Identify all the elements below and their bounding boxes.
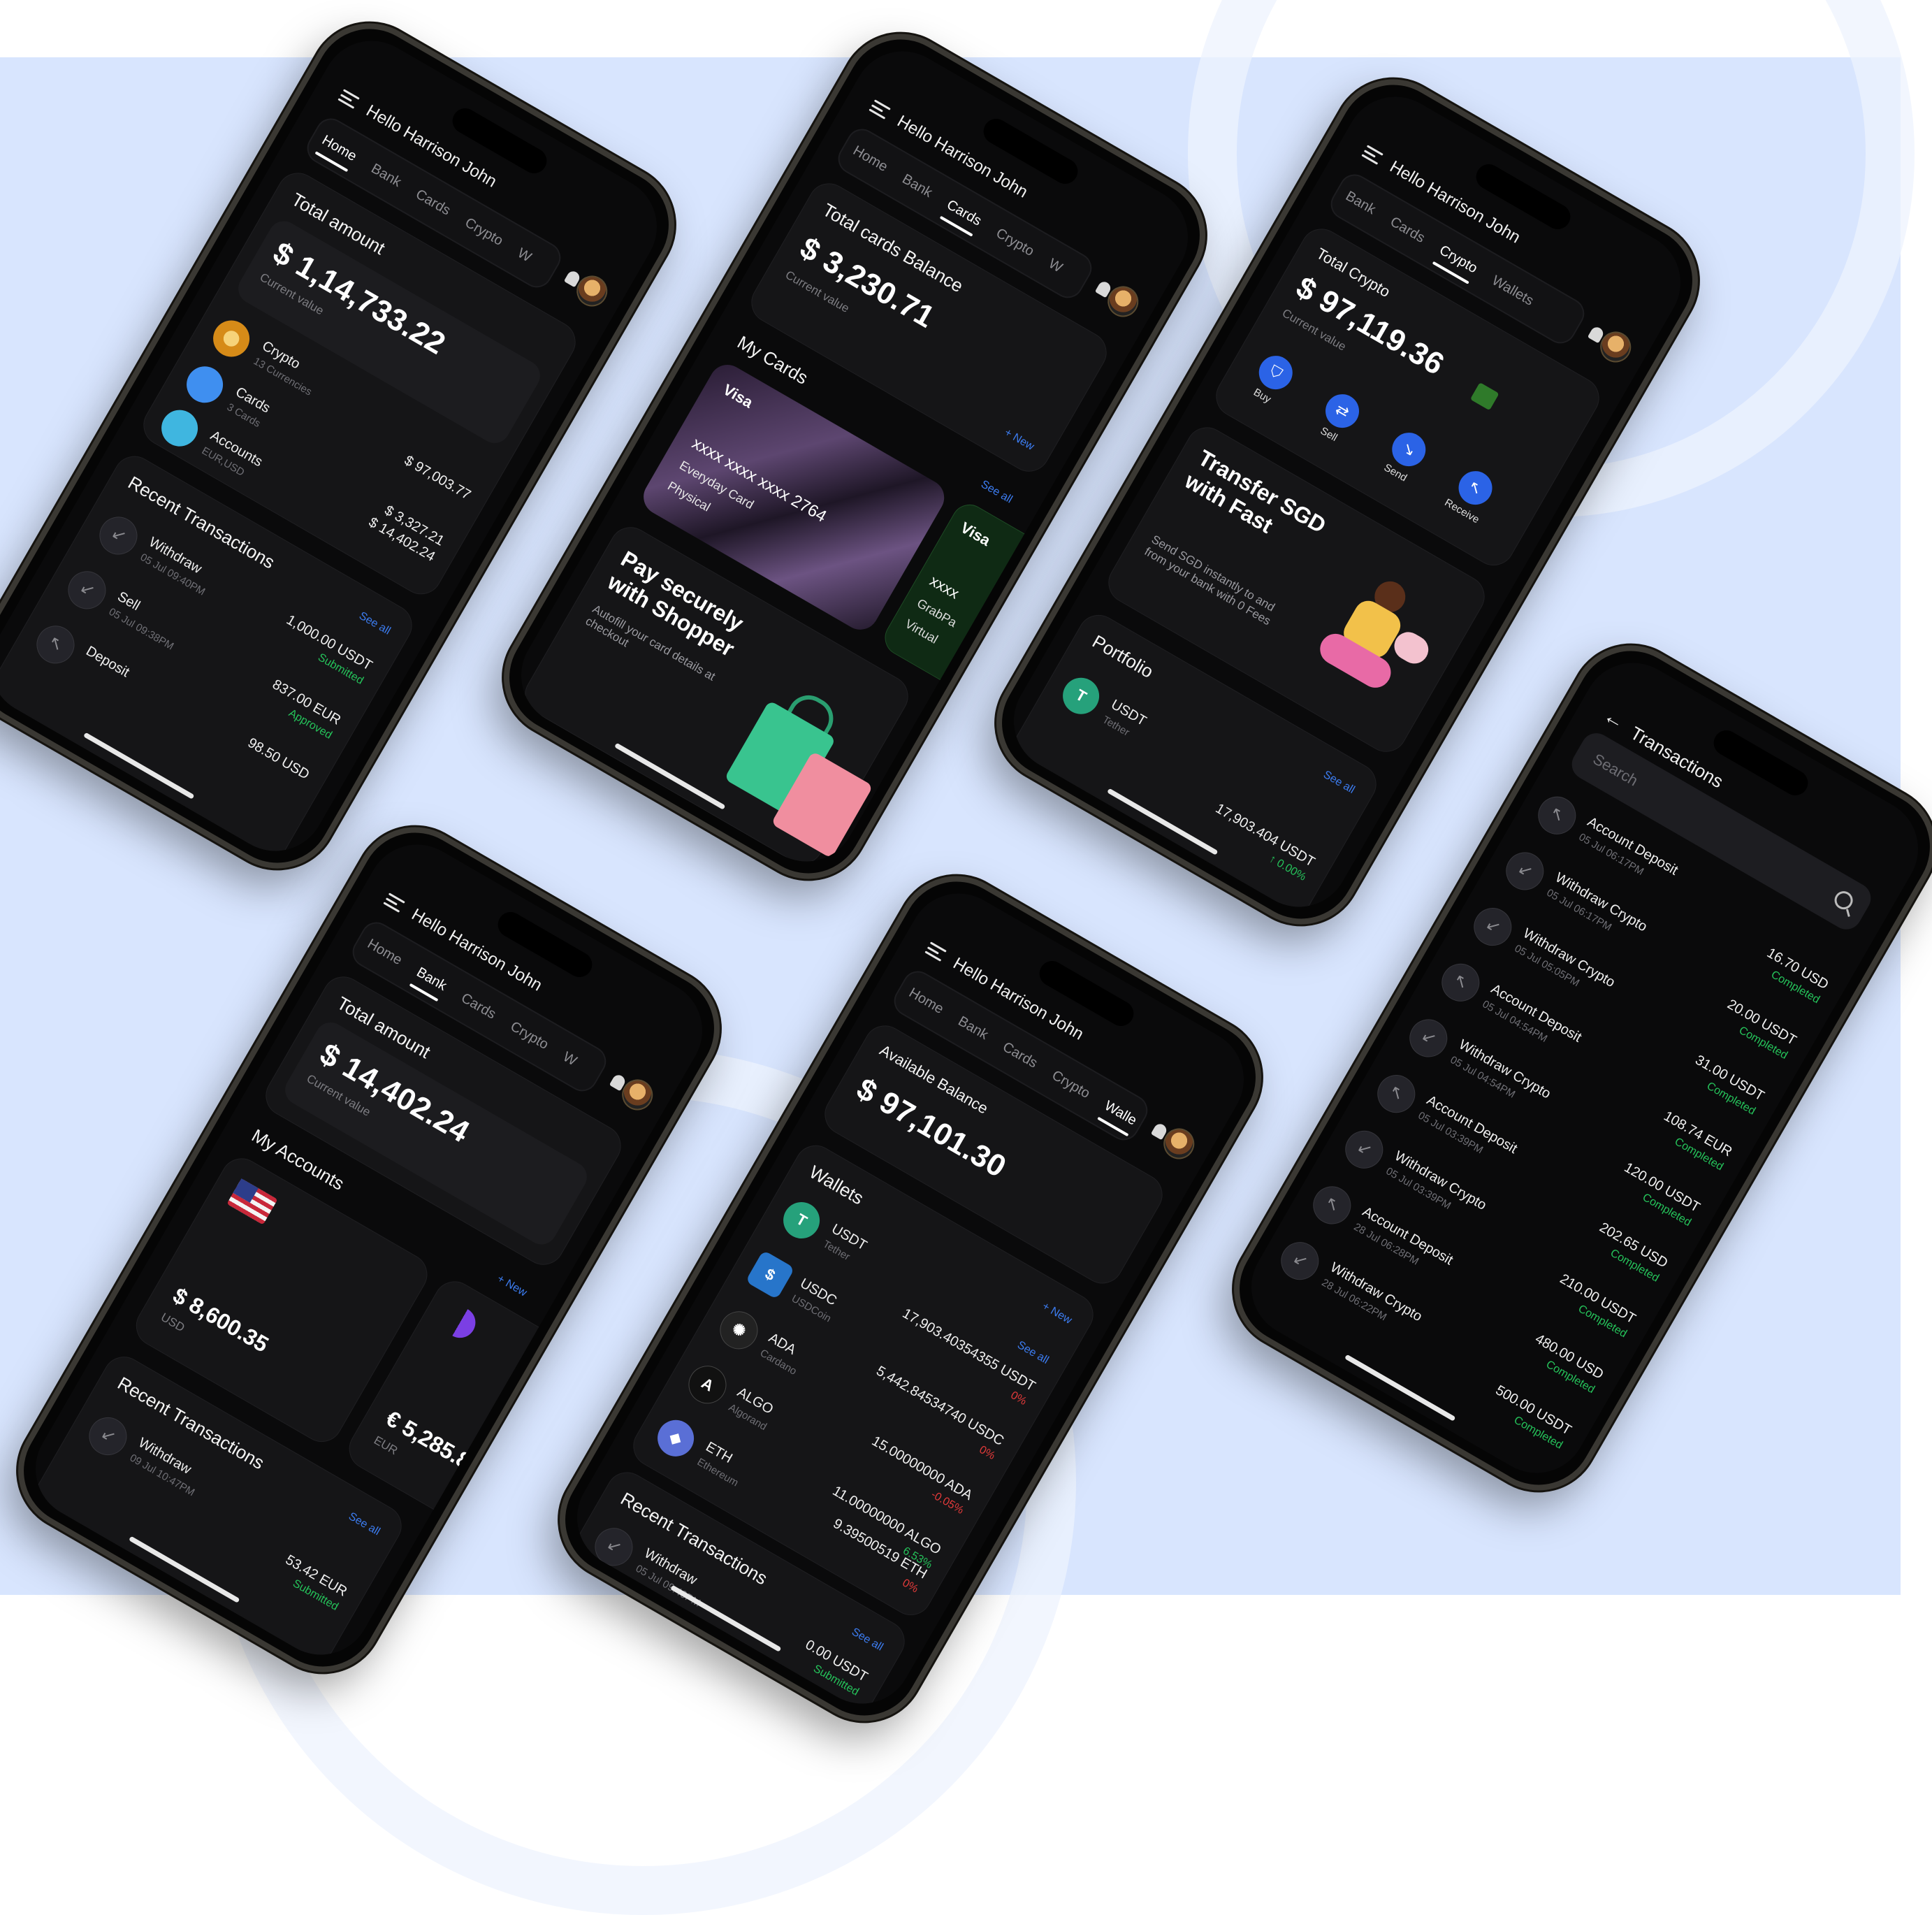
section-title: Wallets	[806, 1161, 868, 1209]
tx-name: Deposit	[83, 643, 132, 681]
eu-flag-icon	[439, 1301, 481, 1344]
withdraw-icon	[1402, 1012, 1455, 1064]
send-button[interactable]: ↘ Send	[1374, 424, 1435, 488]
see-all-link[interactable]: See all	[1321, 769, 1357, 797]
tx-value: 53.42 EUR Submitted	[275, 1552, 350, 1614]
usdt-icon: T	[776, 1195, 827, 1245]
ada-icon: ✺	[713, 1304, 765, 1357]
tab-bank[interactable]: Bank	[899, 171, 935, 201]
search-icon[interactable]	[1831, 888, 1857, 913]
tab-bank[interactable]: Bank	[414, 964, 449, 995]
withdraw-icon	[1274, 1235, 1326, 1287]
card-brand: Visa	[957, 518, 994, 549]
section-title: Portfolio	[1089, 630, 1157, 683]
tab-bank[interactable]: Bank	[955, 1013, 991, 1043]
tab-crypto[interactable]: Crypto	[507, 1018, 551, 1053]
tab-crypto[interactable]: Crypto	[993, 225, 1037, 259]
menu-icon[interactable]	[869, 99, 891, 120]
card-type: Virtual	[902, 616, 940, 646]
account-currency: EUR	[371, 1433, 400, 1458]
coin-icon	[206, 313, 256, 363]
see-all-link[interactable]: See all	[849, 1626, 885, 1654]
promo-text: Send SGD instantly to and from your bank…	[1142, 533, 1277, 628]
menu-icon[interactable]	[1361, 145, 1383, 165]
tab-bank[interactable]: Bank	[368, 161, 404, 191]
account-currency: USD	[159, 1310, 187, 1335]
withdraw-icon	[588, 1521, 640, 1573]
add-wallet-link[interactable]: + New	[1040, 1300, 1074, 1327]
tab-crypto[interactable]: Crypto	[462, 215, 506, 249]
person-illustration	[1301, 562, 1434, 707]
tab-crypto[interactable]: Crypto	[1437, 242, 1480, 276]
tab-home[interactable]: Home	[906, 985, 946, 1018]
card-brand: Visa	[720, 380, 756, 412]
tab-home[interactable]: Home	[365, 936, 405, 969]
tab-cards[interactable]: Cards	[1387, 214, 1428, 247]
withdraw-icon	[1467, 901, 1519, 953]
receive-button[interactable]: ↖ Receive	[1441, 463, 1502, 526]
tx-value: 1,000.00 USDT Submitted	[276, 612, 375, 688]
deposit-icon	[29, 619, 82, 671]
tab-wallets[interactable]: W	[1046, 256, 1065, 276]
tab-crypto[interactable]: Crypto	[1049, 1067, 1093, 1101]
tab-cards[interactable]: Cards	[944, 196, 984, 229]
tab-wallets[interactable]: W	[560, 1049, 579, 1069]
deposit-icon	[1306, 1179, 1358, 1231]
account-amount: € 5,285.81	[382, 1405, 486, 1480]
tab-wallets[interactable]: Wallets	[1489, 273, 1537, 309]
card-icon	[180, 359, 230, 410]
menu-icon[interactable]	[383, 893, 405, 913]
tx-value: 500.00 USDT Completed	[1485, 1382, 1574, 1452]
add-account-link[interactable]: + New	[495, 1273, 529, 1299]
algo-icon: A	[681, 1359, 734, 1411]
deposit-icon	[1435, 956, 1487, 1009]
account-amount: $ 8,600.35	[168, 1282, 273, 1357]
usdc-icon: $	[745, 1250, 795, 1300]
withdraw-icon	[82, 1410, 134, 1462]
dynamic-island	[1709, 725, 1813, 800]
tab-wallets[interactable]: Walle	[1102, 1098, 1140, 1129]
sell-button[interactable]: ⇄ Sell	[1308, 386, 1369, 449]
sell-icon	[61, 564, 113, 616]
tab-bank[interactable]: Bank	[1343, 188, 1378, 218]
menu-icon[interactable]	[337, 89, 360, 109]
tab-cards[interactable]: Cards	[1000, 1039, 1040, 1071]
eth-icon: ◆	[651, 1413, 701, 1464]
withdraw-icon	[92, 510, 145, 562]
buy-button[interactable]: ⛉ Buy	[1241, 347, 1302, 411]
deposit-icon	[1370, 1068, 1423, 1120]
tx-value: 0.00 USDT Submitted	[794, 1637, 871, 1698]
see-all-link[interactable]: See all	[346, 1510, 382, 1538]
withdraw-icon	[1338, 1123, 1390, 1176]
usdt-icon: T	[1056, 671, 1106, 721]
us-flag-icon	[226, 1178, 278, 1225]
tab-wallets[interactable]: W	[515, 245, 534, 266]
back-arrow-icon[interactable]: ←	[1599, 704, 1629, 735]
tab-cards[interactable]: Cards	[458, 990, 498, 1022]
see-all-link[interactable]: See all	[978, 478, 1015, 506]
menu-icon[interactable]	[924, 941, 947, 962]
tx-meta: 05 Jul 09:38PM	[106, 605, 176, 653]
tab-cards[interactable]: Cards	[413, 186, 453, 219]
withdraw-icon	[1499, 845, 1551, 897]
deposit-icon	[1531, 789, 1583, 841]
tab-home[interactable]: Home	[850, 143, 890, 175]
change-badge	[1469, 382, 1499, 411]
see-all-link[interactable]: See all	[356, 610, 393, 638]
coin-value: 17,903.404 USDT ↑ 0.00%	[1205, 801, 1318, 884]
add-card-link[interactable]: + New	[1002, 426, 1036, 453]
card-number: xxxx	[927, 572, 963, 602]
search-placeholder: Search	[1590, 750, 1641, 790]
tab-home[interactable]: Home	[319, 132, 359, 165]
